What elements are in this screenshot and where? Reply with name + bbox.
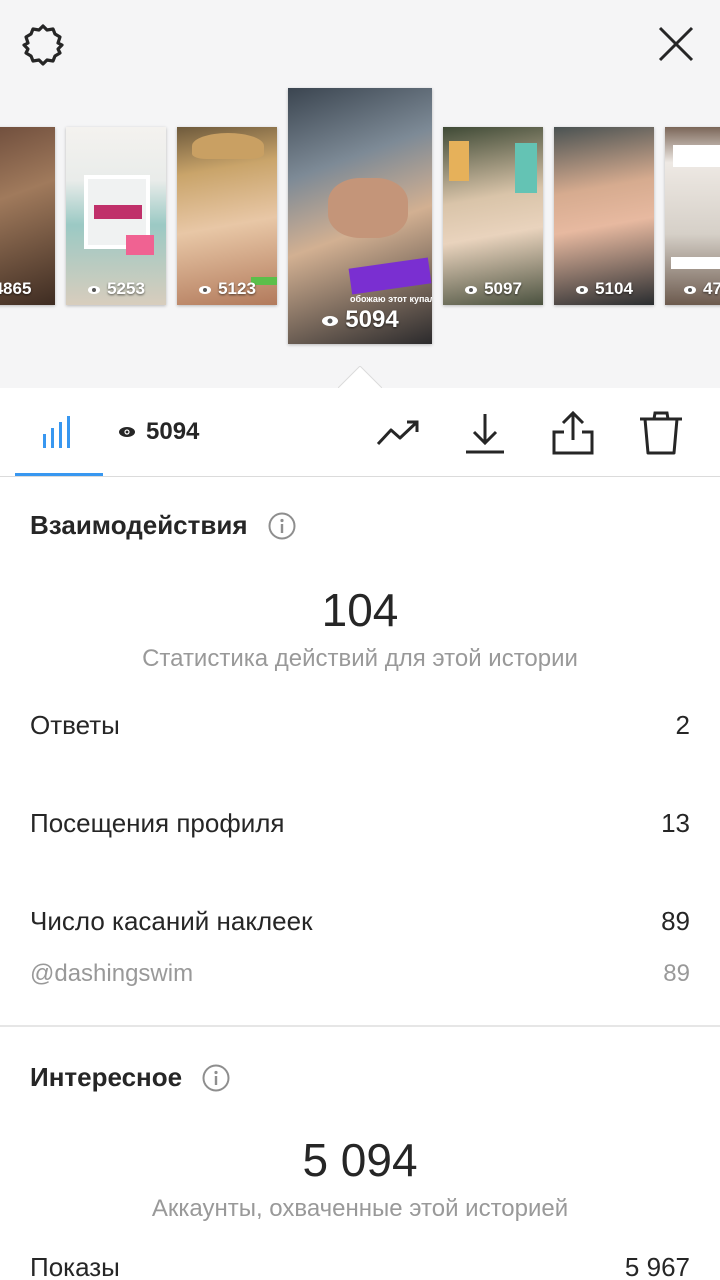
viewers-button[interactable]: 5094 — [118, 416, 199, 448]
stat-row-sticker-taps: Число касаний наклеек 89 — [30, 906, 690, 936]
selection-caret — [338, 366, 382, 388]
story-views: 4865 — [0, 279, 32, 298]
discovery-section-title: Интересное — [30, 1062, 230, 1093]
stat-row-replies: Ответы 2 — [30, 710, 690, 740]
eye-icon — [684, 285, 696, 294]
story-views: 5094 — [288, 306, 432, 334]
story-thumbnail[interactable]: 47 — [665, 127, 720, 305]
discovery-total: 5 094 — [302, 1134, 418, 1186]
interactions-caption: Статистика действий для этой истории — [142, 645, 578, 672]
story-views: 47 — [665, 279, 720, 299]
trend-icon[interactable] — [375, 410, 421, 456]
gear-icon[interactable] — [20, 22, 66, 68]
eye-icon — [119, 427, 135, 437]
eye-icon — [199, 285, 212, 294]
interactions-section-title: Взаимодействия — [30, 510, 296, 541]
trash-icon[interactable] — [638, 410, 684, 456]
discovery-caption: Аккаунты, охваченные этой историей — [151, 1195, 569, 1222]
stories-header: 4865 5253 5123 обожаю этот купальник 509… — [0, 0, 720, 388]
eye-icon — [465, 285, 478, 294]
info-icon[interactable] — [268, 512, 296, 540]
eye-icon — [88, 285, 101, 294]
story-thumbnail[interactable]: 5097 — [443, 127, 543, 305]
view-count: 5094 — [146, 418, 200, 445]
share-icon[interactable] — [550, 410, 596, 456]
story-views: 5123 — [177, 279, 277, 299]
close-icon[interactable] — [654, 22, 698, 66]
info-icon[interactable] — [202, 1064, 230, 1092]
stat-subrow-mention[interactable]: @dashingswim 89 — [30, 960, 690, 988]
story-toolbar: 5094 — [0, 388, 720, 477]
story-views: 5097 — [443, 279, 543, 299]
section-divider — [0, 1025, 720, 1027]
eye-icon — [576, 285, 589, 294]
story-thumbnail-selected[interactable]: обожаю этот купальник 5094 — [288, 88, 432, 344]
story-thumbnail[interactable]: 4865 — [0, 127, 55, 305]
story-thumbnail[interactable]: 5123 — [177, 127, 277, 305]
interactions-total: 104 — [321, 584, 399, 636]
active-tab-indicator — [15, 473, 103, 476]
story-views: 5104 — [554, 279, 654, 299]
story-thumbnail[interactable]: 5253 — [66, 127, 166, 305]
stat-row-profile-visits: Посещения профиля 13 — [30, 808, 690, 838]
eye-icon — [322, 315, 339, 326]
story-views: 5253 — [66, 279, 166, 299]
tab-insights[interactable] — [15, 388, 103, 476]
story-thumbnail[interactable]: 5104 — [554, 127, 654, 305]
stat-row-impressions: Показы 5 967 — [30, 1252, 690, 1280]
bar-chart-icon — [43, 416, 70, 448]
download-icon[interactable] — [462, 410, 508, 456]
story-sticker-text: обожаю этот купальник — [350, 294, 432, 304]
